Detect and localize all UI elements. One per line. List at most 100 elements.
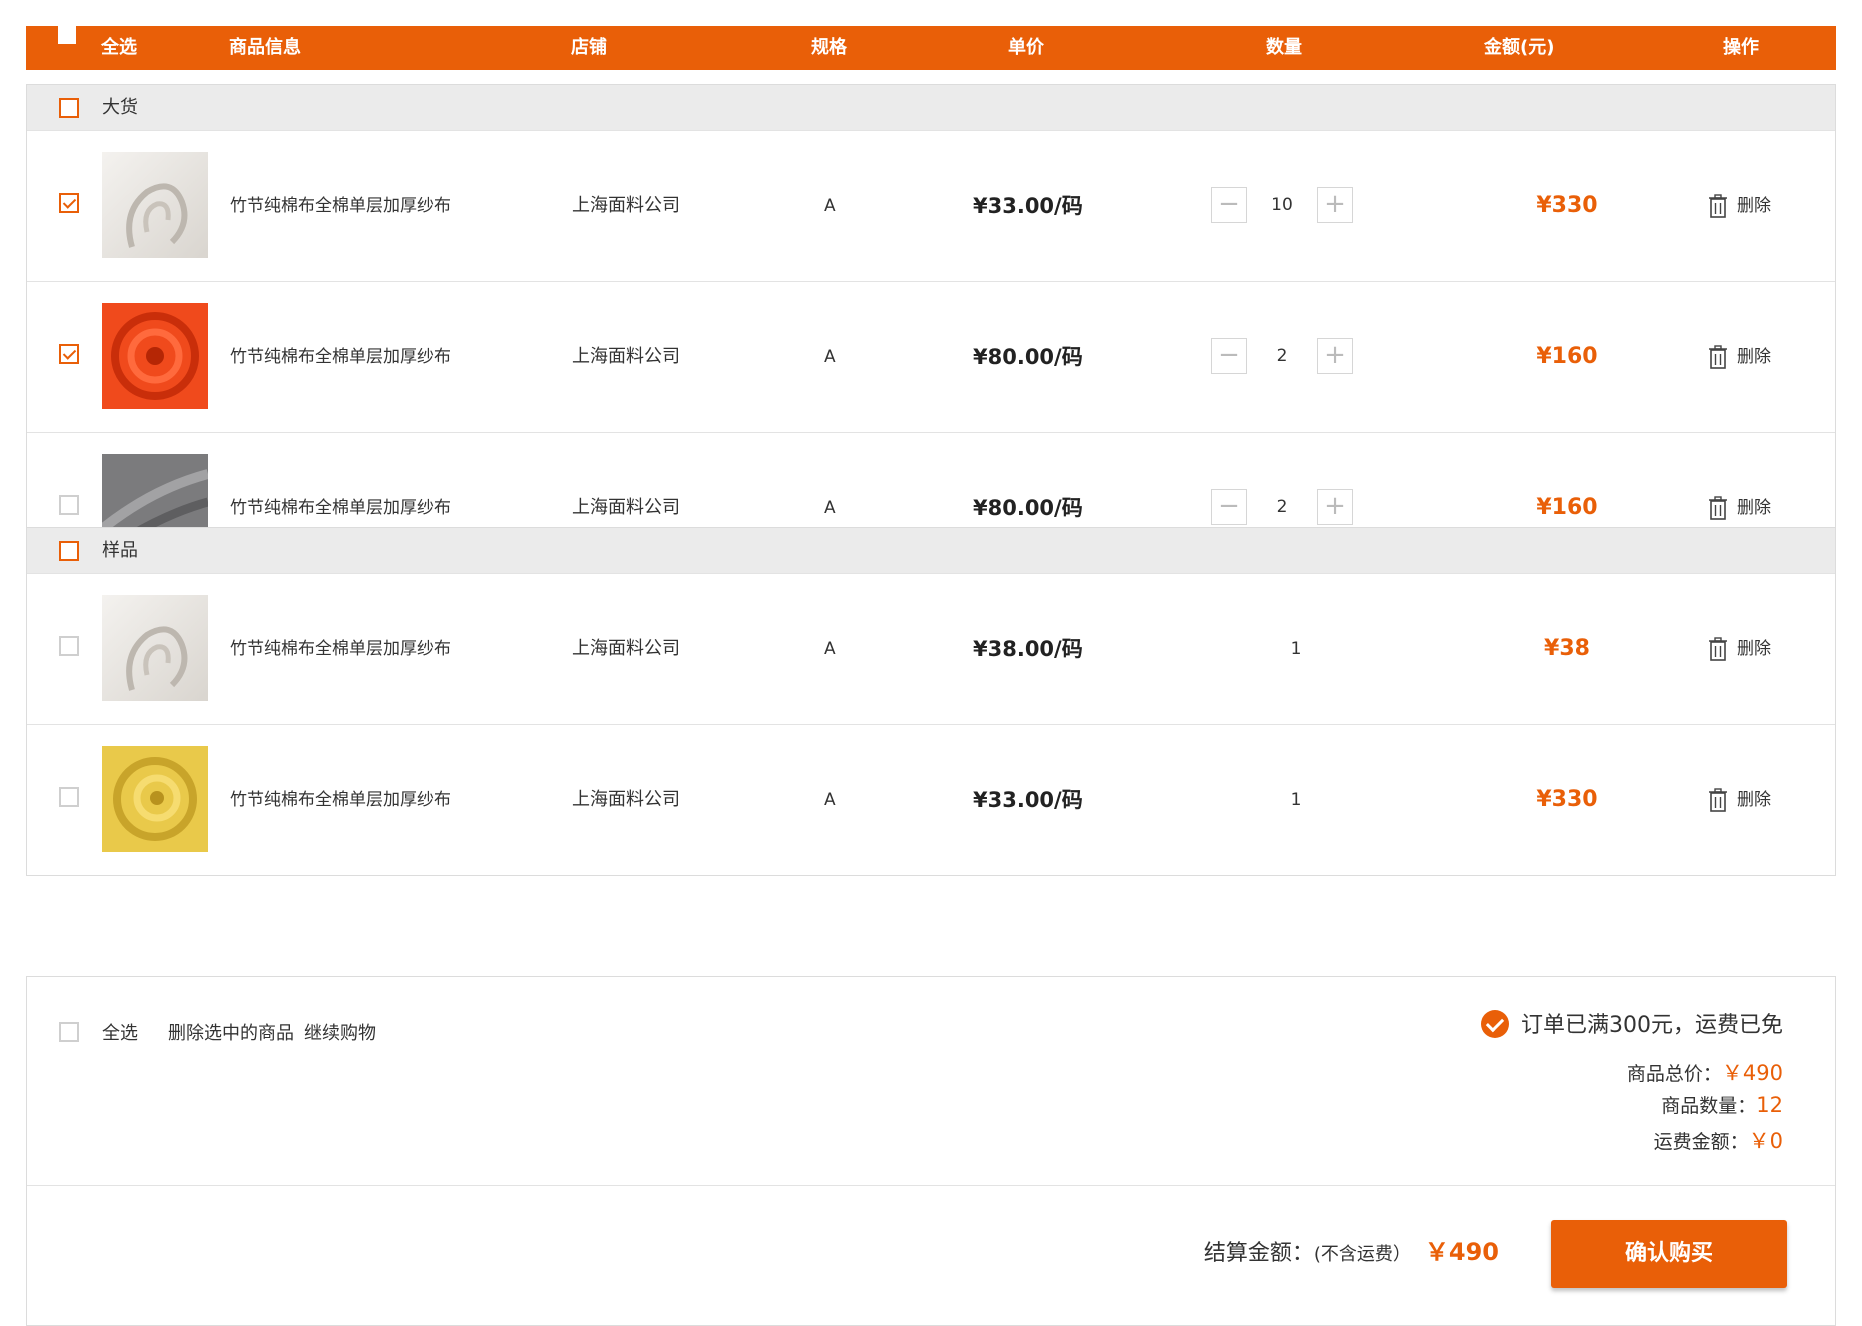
shipping-label: 运费金额： (1653, 1131, 1749, 1153)
minus-icon[interactable]: − (1211, 187, 1247, 223)
delete-label: 删除 (1737, 347, 1771, 367)
group-checkbox[interactable] (59, 98, 79, 118)
item-checkbox[interactable] (59, 636, 79, 656)
quantity-value[interactable]: 2 (1247, 338, 1317, 374)
total-price-line: 商品总价：￥490 (1627, 1057, 1783, 1087)
item-checkbox[interactable] (59, 344, 79, 364)
col-unit-price: 单价 (1008, 37, 1044, 58)
select-all-checkbox-footer[interactable] (59, 1022, 79, 1042)
select-all-checkbox-header[interactable] (58, 26, 76, 44)
minus-icon[interactable]: − (1211, 338, 1247, 374)
delete-label: 删除 (1737, 790, 1771, 810)
product-spec: A (824, 790, 836, 810)
product-image[interactable] (102, 595, 208, 701)
free-shipping-text: 订单已满300元，运费已免 (1521, 1013, 1783, 1038)
col-spec: 规格 (811, 37, 847, 58)
total-price-value: ￥490 (1721, 1061, 1783, 1085)
settle-note: (不含运费） (1313, 1244, 1411, 1265)
total-price-label: 商品总价： (1626, 1063, 1722, 1085)
plus-icon[interactable]: + (1317, 489, 1353, 525)
item-amount: ¥38 (1544, 636, 1590, 661)
delete-selected-link[interactable]: 删除选中的商品 (168, 1019, 294, 1045)
continue-shopping-link[interactable]: 继续购物 (304, 1019, 376, 1045)
settle-value: ￥490 (1424, 1238, 1499, 1266)
free-shipping-notice: 订单已满300元，运费已免 (1481, 1007, 1783, 1040)
select-all-footer-label[interactable]: 全选 (102, 1019, 138, 1045)
unit-price: ¥33.00/码 (973, 788, 1083, 812)
shop-name[interactable]: 上海面料公司 (572, 282, 680, 432)
unit-price: ¥80.00/码 (973, 345, 1083, 369)
settle-label: 结算金额： (1203, 1241, 1314, 1266)
delete-button[interactable]: 删除 (1709, 282, 1771, 432)
shop-name[interactable]: 上海面料公司 (572, 574, 680, 724)
cart-item-row: 竹节纯棉布全棉单层加厚纱布 上海面料公司 A ¥33.00/码 1 ¥330 删除 (27, 724, 1835, 875)
product-spec: A (824, 639, 836, 659)
plus-icon[interactable]: + (1317, 338, 1353, 374)
item-amount: ¥160 (1536, 344, 1598, 369)
cart-item-row: 竹节纯棉布全棉单层加厚纱布 上海面料公司 A ¥38.00/码 1 ¥38 删除 (27, 573, 1835, 724)
quantity-value[interactable]: 10 (1247, 187, 1317, 223)
col-action: 操作 (1723, 37, 1759, 58)
delete-button[interactable]: 删除 (1709, 131, 1771, 281)
quantity-value[interactable]: 2 (1247, 489, 1317, 525)
quantity-stepper: −10 + (1211, 187, 1361, 225)
shipping-value: ￥0 (1748, 1129, 1783, 1153)
cart-group: 大货 竹节纯棉布全棉单层加厚纱布 上海面料公司 A ¥33.00/码 −10 + ¥330 删除… (26, 84, 1836, 584)
settle-amount: 结算金额：(不含运费） ￥490 (1204, 1232, 1499, 1267)
delete-label: 删除 (1737, 639, 1771, 659)
select-all-label[interactable]: 全选 (101, 26, 137, 70)
check-circle-icon (1481, 1010, 1509, 1038)
product-name[interactable]: 竹节纯棉布全棉单层加厚纱布 (230, 282, 451, 432)
cart-summary: 全选 删除选中的商品 继续购物 订单已满300元，运费已免 商品总价：￥490 … (26, 976, 1836, 1326)
cart-item-row: 竹节纯棉布全棉单层加厚纱布 上海面料公司 A ¥33.00/码 −10 + ¥330 删除 (27, 130, 1835, 281)
product-name[interactable]: 竹节纯棉布全棉单层加厚纱布 (230, 131, 451, 281)
trash-icon (1709, 637, 1737, 661)
item-checkbox[interactable] (59, 495, 79, 515)
product-image[interactable] (102, 746, 208, 852)
cart-group: 样品 竹节纯棉布全棉单层加厚纱布 上海面料公司 A ¥38.00/码 1 ¥38 删除 竹节纯棉… (26, 527, 1836, 876)
product-spec: A (824, 347, 836, 367)
delete-button[interactable]: 删除 (1709, 725, 1771, 875)
shop-name[interactable]: 上海面料公司 (572, 725, 680, 875)
cart-container: 全选 商品信息 店铺 规格 单价 数量 金额(元) 操作 大货竹节纯棉布全棉单层… (26, 26, 1836, 1326)
total-quantity-line: 商品数量：12 (1661, 1091, 1783, 1118)
cart-header: 全选 商品信息 店铺 规格 单价 数量 金额(元) 操作 (26, 26, 1836, 70)
total-quantity-value: 12 (1756, 1093, 1783, 1117)
product-image[interactable] (102, 152, 208, 258)
cart-item-row: 竹节纯棉布全棉单层加厚纱布 上海面料公司 A ¥80.00/码 −2 + ¥160 删除 (27, 281, 1835, 432)
item-checkbox[interactable] (59, 193, 79, 213)
minus-icon[interactable]: − (1211, 489, 1247, 525)
item-checkbox[interactable] (59, 787, 79, 807)
quantity-value: 1 (1290, 639, 1302, 659)
unit-price: ¥38.00/码 (973, 637, 1083, 661)
trash-icon (1709, 345, 1737, 369)
col-shop: 店铺 (571, 37, 607, 58)
unit-price: ¥33.00/码 (973, 194, 1083, 218)
plus-icon[interactable]: + (1317, 187, 1353, 223)
item-amount: ¥330 (1536, 193, 1598, 218)
delete-label: 删除 (1737, 196, 1771, 216)
group-name: 大货 (102, 97, 138, 118)
item-amount: ¥330 (1536, 787, 1598, 812)
trash-icon (1709, 496, 1737, 520)
total-quantity-label: 商品数量： (1661, 1095, 1757, 1117)
trash-icon (1709, 194, 1737, 218)
delete-label: 删除 (1737, 498, 1771, 518)
quantity-stepper: −2 + (1211, 338, 1361, 376)
col-quantity: 数量 (1266, 37, 1302, 58)
quantity-value: 1 (1290, 790, 1302, 810)
col-product-info: 商品信息 (229, 37, 301, 58)
group-header: 样品 (27, 528, 1835, 573)
shop-name[interactable]: 上海面料公司 (572, 131, 680, 281)
confirm-purchase-button[interactable]: 确认购买 (1551, 1220, 1787, 1288)
col-amount: 金额(元) (1484, 37, 1555, 58)
group-name: 样品 (102, 540, 138, 561)
product-name[interactable]: 竹节纯棉布全棉单层加厚纱布 (230, 574, 451, 724)
group-checkbox[interactable] (59, 541, 79, 561)
trash-icon (1709, 788, 1737, 812)
delete-button[interactable]: 删除 (1709, 574, 1771, 724)
shipping-line: 运费金额：￥0 (1654, 1125, 1783, 1155)
product-image[interactable] (102, 303, 208, 409)
product-spec: A (824, 196, 836, 216)
product-name[interactable]: 竹节纯棉布全棉单层加厚纱布 (230, 725, 451, 875)
